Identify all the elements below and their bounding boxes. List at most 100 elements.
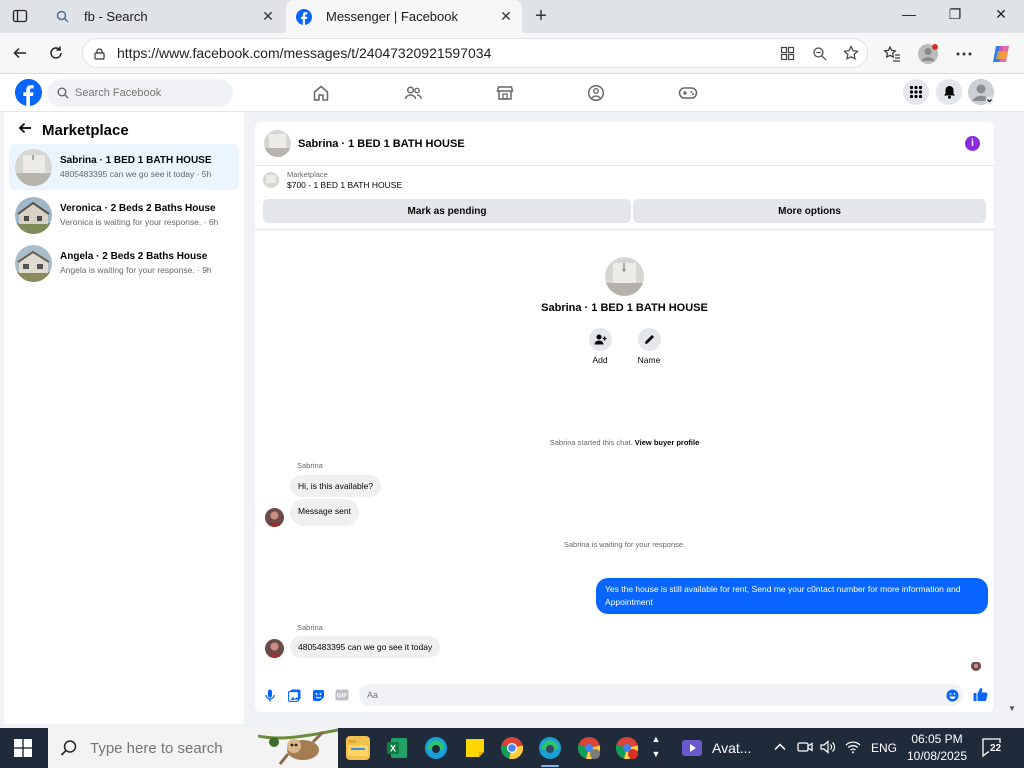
- show-hidden-icons-chevron-icon[interactable]: [773, 740, 787, 757]
- url-text[interactable]: https://www.facebook.com/messages/t/2404…: [117, 45, 771, 61]
- waiting-notice: Sabrina is waiting for your response.: [563, 540, 686, 549]
- more-menu-icon[interactable]: [953, 43, 975, 65]
- refresh-button[interactable]: [46, 43, 66, 63]
- chrome-icon[interactable]: [500, 736, 524, 760]
- facebook-search-input[interactable]: [75, 87, 215, 99]
- back-arrow-icon[interactable]: [18, 121, 32, 140]
- info-icon[interactable]: i: [965, 136, 980, 151]
- conversation-preview: Angela is waiting for your response. · 9…: [60, 265, 212, 275]
- chat-title[interactable]: Sabrina · 1 BED 1 BATH HOUSE: [298, 138, 465, 150]
- tab-title: Messenger | Facebook: [326, 9, 458, 24]
- listing-tag: Marketplace: [287, 170, 328, 179]
- message-input[interactable]: [367, 690, 927, 700]
- edit-name-button[interactable]: Name: [634, 328, 664, 365]
- more-options-button[interactable]: More options: [633, 199, 986, 223]
- close-tab-icon[interactable]: ✕: [496, 8, 516, 25]
- chat-started-notice: Sabrina started this chat. View buyer pr…: [255, 438, 994, 447]
- chrome-profile-icon[interactable]: [577, 736, 601, 760]
- lock-icon[interactable]: [93, 46, 107, 60]
- url-bar[interactable]: https://www.facebook.com/messages/t/2404…: [82, 38, 868, 68]
- taskbar-search-box[interactable]: [48, 728, 339, 768]
- search-icon: [57, 87, 69, 99]
- tab-messenger[interactable]: Messenger | Facebook ✕: [286, 0, 522, 33]
- notifications-bell-icon[interactable]: [936, 79, 962, 105]
- add-friend-button[interactable]: Add: [585, 328, 615, 365]
- sticker-icon[interactable]: [311, 688, 325, 702]
- wifi-icon[interactable]: [845, 740, 861, 757]
- gif-icon[interactable]: GIF: [335, 688, 349, 702]
- profile-name: Sabrina · 1 BED 1 BATH HOUSE: [541, 302, 708, 314]
- chat-header: Sabrina · 1 BED 1 BATH HOUSE i: [255, 122, 994, 166]
- incoming-message[interactable]: 4805483395 can we go see it today: [290, 636, 441, 658]
- camera-tray-icon[interactable]: [797, 740, 813, 757]
- listing-thumbnail: [263, 172, 279, 188]
- new-tab-button[interactable]: +: [530, 5, 552, 27]
- pencil-icon: [637, 328, 661, 351]
- incoming-message[interactable]: Message sent: [290, 499, 359, 526]
- chat-panel: Sabrina · 1 BED 1 BATH HOUSE i Marketpla…: [255, 122, 994, 712]
- file-explorer-icon[interactable]: [346, 736, 370, 760]
- sender-avatar[interactable]: [265, 508, 284, 527]
- add-label: Add: [592, 355, 608, 365]
- excel-icon[interactable]: X: [385, 736, 409, 760]
- notification-center-icon[interactable]: 22: [982, 738, 1006, 758]
- conversation-name: Sabrina · 1 BED 1 BATH HOUSE: [60, 155, 212, 166]
- profile-avatar-icon[interactable]: [917, 43, 939, 65]
- message-input-container[interactable]: [359, 684, 963, 706]
- taskbar-overflow-chevron-icon[interactable]: ▲ ▼: [650, 732, 662, 762]
- conversation-item[interactable]: Sabrina · 1 BED 1 BATH HOUSE 4805483395 …: [9, 144, 239, 190]
- home-icon[interactable]: [311, 83, 331, 103]
- outgoing-message[interactable]: Yes the house is still available for ren…: [596, 578, 988, 614]
- listing-summary[interactable]: Marketplace $700 - 1 BED 1 BATH HOUSE: [263, 170, 402, 190]
- close-window-button[interactable]: ✕: [978, 6, 1024, 23]
- sticky-notes-icon[interactable]: [463, 736, 487, 760]
- chrome-profile-2-icon[interactable]: [615, 736, 639, 760]
- tab-fb-search[interactable]: fb - Search ✕: [44, 0, 284, 33]
- conversation-item[interactable]: Angela · 2 Beds 2 Baths House Angela is …: [9, 240, 239, 286]
- chat-avatar[interactable]: [264, 130, 291, 157]
- friends-icon[interactable]: [403, 83, 423, 103]
- close-tab-icon[interactable]: ✕: [258, 8, 278, 25]
- language-indicator[interactable]: ENG: [871, 741, 897, 755]
- copilot-icon[interactable]: [990, 43, 1012, 65]
- gaming-icon[interactable]: [678, 83, 698, 103]
- edge-icon[interactable]: [424, 736, 448, 760]
- mark-as-pending-button[interactable]: Mark as pending: [263, 199, 631, 223]
- taskbar-pinned-app[interactable]: Avat...: [672, 728, 764, 768]
- zoom-icon[interactable]: [803, 46, 835, 61]
- listing-thumbnail: [15, 148, 52, 186]
- favorite-star-icon[interactable]: [835, 45, 867, 61]
- facebook-logo-icon[interactable]: [15, 79, 42, 106]
- emoji-icon[interactable]: [945, 688, 959, 702]
- profile-intro: Sabrina · 1 BED 1 BATH HOUSE: [255, 257, 994, 314]
- volume-icon[interactable]: [820, 740, 836, 757]
- account-avatar-icon[interactable]: [968, 79, 994, 105]
- maximize-button[interactable]: ❐: [932, 6, 978, 23]
- sender-avatar[interactable]: [265, 639, 284, 658]
- tab-actions-icon[interactable]: [11, 7, 29, 25]
- profile-avatar[interactable]: [605, 257, 644, 296]
- conversation-item[interactable]: Veronica · 2 Beds 2 Baths House Veronica…: [9, 192, 239, 238]
- sloth-highlight-icon[interactable]: [257, 728, 339, 768]
- scroll-down-arrow-icon[interactable]: ▼: [1005, 704, 1019, 716]
- photo-icon[interactable]: [287, 688, 301, 702]
- windows-start-icon[interactable]: [14, 739, 32, 757]
- taskbar-clock[interactable]: 06:05 PM 10/08/2025: [902, 731, 972, 765]
- message-composer: GIF: [255, 680, 994, 710]
- marketplace-icon[interactable]: [495, 83, 515, 103]
- groups-icon[interactable]: [586, 83, 606, 103]
- thumbs-up-icon[interactable]: [972, 686, 988, 702]
- minimize-button[interactable]: —: [886, 6, 932, 22]
- pinned-app-label: Avat...: [712, 740, 752, 756]
- marketplace-sidebar: Marketplace Sabrina · 1 BED 1 BATH HOUSE…: [4, 112, 244, 724]
- edge-active-icon[interactable]: [538, 736, 562, 760]
- microphone-icon[interactable]: [263, 688, 277, 702]
- facebook-search-bar[interactable]: [47, 79, 233, 107]
- menu-grid-icon[interactable]: [903, 79, 929, 105]
- notification-count: 22: [989, 743, 1003, 754]
- app-available-icon[interactable]: [771, 46, 803, 61]
- back-button[interactable]: [10, 43, 30, 63]
- view-buyer-profile-link[interactable]: View buyer profile: [635, 438, 699, 447]
- incoming-message[interactable]: Hi, is this available?: [290, 475, 382, 497]
- favorites-icon[interactable]: [881, 43, 903, 65]
